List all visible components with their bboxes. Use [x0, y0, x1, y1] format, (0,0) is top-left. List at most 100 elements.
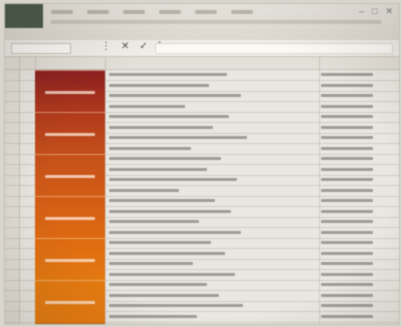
date-cell[interactable] [35, 112, 105, 156]
cell-name[interactable] [109, 189, 179, 192]
cell-code[interactable] [321, 220, 373, 223]
column-header-c[interactable] [105, 57, 320, 69]
cell-code[interactable] [321, 273, 373, 276]
row-number[interactable] [5, 101, 19, 102]
ribbon-tab[interactable] [51, 10, 73, 14]
cell-name[interactable] [109, 273, 235, 276]
cell-name[interactable] [109, 157, 221, 160]
row-number[interactable] [5, 322, 19, 323]
ribbon-tab[interactable] [87, 10, 109, 14]
cell-code[interactable] [321, 252, 373, 255]
cell-code[interactable] [321, 147, 373, 150]
cell-name[interactable] [109, 304, 243, 307]
menu-icon[interactable]: ⋮ [101, 41, 111, 52]
cell-name[interactable] [109, 178, 237, 181]
row-number[interactable] [5, 112, 19, 113]
cell-code[interactable] [321, 84, 373, 87]
cell-code[interactable] [321, 315, 373, 318]
cell-name[interactable] [109, 147, 191, 150]
cell-name[interactable] [109, 126, 213, 129]
cell-code[interactable] [321, 115, 373, 118]
app-icon[interactable] [5, 4, 43, 28]
cell-name[interactable] [109, 168, 207, 171]
ribbon-tab[interactable] [123, 10, 145, 14]
cell-name[interactable] [109, 105, 185, 108]
date-cell[interactable] [35, 196, 105, 240]
column-header-b[interactable] [35, 57, 106, 69]
cell-name[interactable] [109, 294, 219, 297]
cell-code[interactable] [321, 304, 373, 307]
cell-code[interactable] [321, 241, 373, 244]
row-number[interactable] [5, 280, 19, 281]
row-number[interactable] [5, 185, 19, 186]
cell-name[interactable] [109, 115, 229, 118]
cell-name[interactable] [109, 231, 241, 234]
row-number[interactable] [5, 217, 19, 218]
cell-code[interactable] [321, 189, 373, 192]
minimize-icon[interactable]: – [359, 6, 364, 17]
cell-code[interactable] [321, 105, 373, 108]
cell-name[interactable] [109, 136, 247, 139]
confirm-icon[interactable]: ✓ [139, 41, 147, 52]
cell-code[interactable] [321, 231, 373, 234]
row-number[interactable] [5, 196, 19, 197]
row-number[interactable] [5, 259, 19, 260]
cell-code[interactable] [321, 94, 373, 97]
row-number[interactable] [5, 290, 19, 291]
row-number[interactable] [5, 206, 19, 207]
cancel-icon[interactable]: ✕ [121, 41, 129, 52]
ribbon-tab[interactable] [159, 10, 181, 14]
row-number[interactable] [5, 269, 19, 270]
ribbon-tab[interactable] [195, 10, 217, 14]
sheet-grid[interactable] [5, 70, 399, 324]
select-all-corner[interactable] [5, 57, 20, 69]
cell-code[interactable] [321, 178, 373, 181]
row-number[interactable] [5, 154, 19, 155]
row-number[interactable] [5, 227, 19, 228]
cell-code[interactable] [321, 294, 373, 297]
ribbon-tab[interactable] [231, 10, 253, 14]
cell-name[interactable] [109, 84, 209, 87]
maximize-icon[interactable]: □ [372, 6, 377, 17]
name-box[interactable] [11, 43, 71, 54]
cell-name[interactable] [109, 241, 211, 244]
row-number[interactable] [5, 164, 19, 165]
row-number[interactable] [5, 248, 19, 249]
cell-code[interactable] [321, 262, 373, 265]
row-number[interactable] [5, 133, 19, 134]
row-number[interactable] [5, 301, 19, 302]
close-icon[interactable]: ✕ [385, 6, 393, 17]
cell-name[interactable] [109, 220, 199, 223]
cell-code[interactable] [321, 126, 373, 129]
cell-code[interactable] [321, 157, 373, 160]
cell-code[interactable] [321, 210, 373, 213]
cell-code[interactable] [321, 199, 373, 202]
cell-name[interactable] [109, 94, 241, 97]
cell-code[interactable] [321, 73, 373, 76]
cell-code[interactable] [321, 136, 373, 139]
row-number[interactable] [5, 238, 19, 239]
cell-code[interactable] [321, 168, 373, 171]
cell-name[interactable] [109, 283, 207, 286]
date-cell[interactable] [35, 238, 105, 282]
cell-name[interactable] [109, 199, 215, 202]
date-cell[interactable] [35, 280, 105, 324]
cell-name[interactable] [109, 315, 197, 318]
column-header-a[interactable] [19, 57, 36, 69]
row-number[interactable] [5, 143, 19, 144]
row-number[interactable] [5, 175, 19, 176]
column-header-d[interactable] [319, 57, 399, 69]
date-cell[interactable] [35, 70, 105, 114]
cell-name[interactable] [109, 73, 227, 76]
cell-code[interactable] [321, 283, 373, 286]
row-number[interactable] [5, 122, 19, 123]
cell-name[interactable] [109, 252, 225, 255]
row-number[interactable] [5, 80, 19, 81]
cell-name[interactable] [109, 262, 193, 265]
ribbon-commands[interactable] [51, 20, 381, 24]
row-number[interactable] [5, 91, 19, 92]
row-number[interactable] [5, 311, 19, 312]
cell-name[interactable] [109, 210, 231, 213]
formula-input[interactable] [155, 43, 393, 54]
date-cell[interactable] [35, 154, 105, 198]
